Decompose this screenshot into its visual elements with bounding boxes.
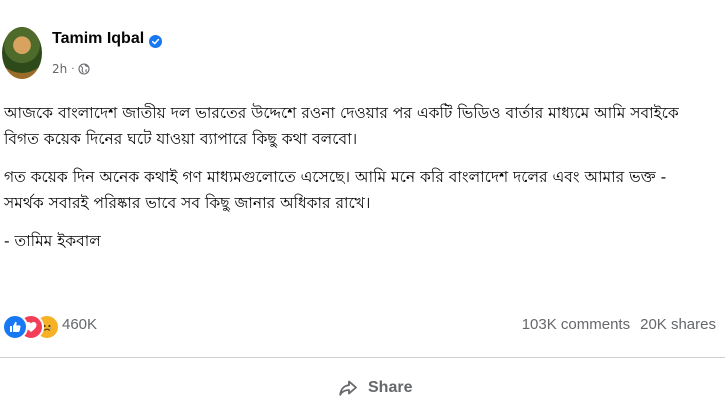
post-line: বিগত কয়েক দিনের ঘটে যাওয়া ব্যাপারে কিছ…	[4, 130, 358, 148]
post-meta: 2h ·	[52, 62, 90, 76]
reaction-count[interactable]: 460K	[62, 316, 97, 333]
shares-count[interactable]: 20K shares	[640, 316, 716, 333]
globe-icon[interactable]	[78, 63, 90, 75]
author-row: Tamim Iqbal	[52, 30, 163, 48]
share-button[interactable]: Share	[330, 372, 420, 404]
post-timestamp[interactable]: 2h	[52, 62, 67, 76]
post-line: সমর্থক সবারই পরিষ্কার ভাবে সব কিছু জানার…	[4, 194, 371, 212]
post-line: গত কয়েক দিন অনেক কথাই গণ মাধ্যমগুলোতে এ…	[4, 168, 667, 186]
action-divider	[0, 357, 725, 358]
share-icon	[338, 378, 358, 398]
share-label: Share	[368, 379, 413, 396]
engagement-counts: 103K comments 20K shares	[522, 316, 716, 333]
post-line: আজকে বাংলাদেশ জাতীয় দল ভারতের উদ্দেশে র…	[4, 104, 679, 122]
reactions-bar: 460K 103K comments 20K shares	[0, 313, 725, 340]
avatar[interactable]	[2, 27, 42, 79]
facebook-post: Tamim Iqbal 2h · আজকে বাংলাদেশ জাতীয় দল…	[0, 0, 725, 407]
post-paragraph: গত কয়েক দিন অনেক কথাই গণ মাধ্যমগুলোতে এ…	[4, 164, 719, 216]
post-line: - তামিম ইকবাল	[4, 232, 101, 250]
post-body: আজকে বাংলাদেশ জাতীয় দল ভারতের উদ্দেশে র…	[4, 100, 719, 266]
author-name[interactable]: Tamim Iqbal	[52, 30, 144, 48]
post-paragraph: আজকে বাংলাদেশ জাতীয় দল ভারতের উদ্দেশে র…	[4, 100, 719, 152]
comments-count[interactable]: 103K comments	[522, 316, 630, 333]
verified-badge-icon	[149, 33, 163, 48]
like-icon	[2, 314, 28, 340]
meta-separator: ·	[71, 63, 75, 75]
post-signature: - তামিম ইকবাল	[4, 228, 719, 254]
